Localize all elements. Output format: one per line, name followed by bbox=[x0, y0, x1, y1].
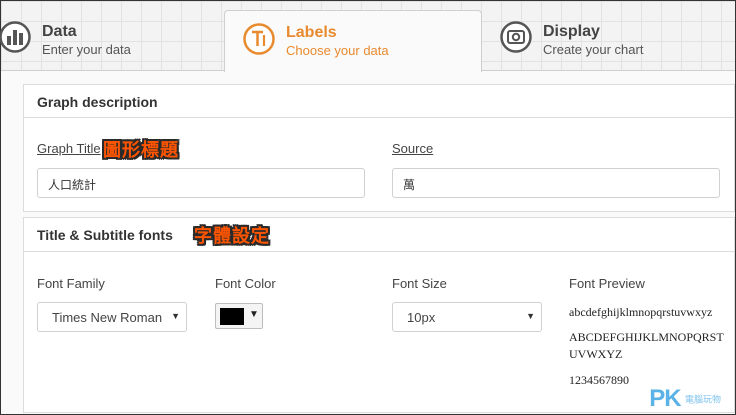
font-family-value: Times New Roman bbox=[52, 310, 163, 325]
source-input[interactable]: 萬 bbox=[392, 168, 720, 198]
step-tab-bar: Data Enter your data Labels Choose your … bbox=[0, 1, 735, 72]
title-fonts-panel: Title & Subtitle fonts 字體設定 Font Family … bbox=[23, 217, 735, 413]
chevron-down-icon: ▼ bbox=[526, 311, 535, 321]
watermark-brand: PK bbox=[649, 385, 681, 412]
tab-labels-title: Labels bbox=[286, 24, 337, 41]
tab-data[interactable]: Data Enter your data bbox=[0, 1, 199, 71]
graph-title-annotation: 圖形標題 bbox=[103, 140, 179, 160]
font-color-picker[interactable]: ▼ bbox=[215, 303, 263, 329]
font-preview-digits: 1234567890 bbox=[569, 373, 629, 387]
watermark-tagline: 電腦玩物 bbox=[684, 394, 721, 405]
graph-description-heading: Graph description bbox=[24, 85, 734, 118]
bar-chart-icon bbox=[0, 21, 31, 53]
tab-labels[interactable]: Labels Choose your data bbox=[224, 10, 482, 72]
source-label[interactable]: Source bbox=[392, 141, 433, 156]
tab-display-title: Display bbox=[543, 23, 600, 40]
font-color-label: Font Color bbox=[215, 276, 276, 291]
watermark-logo: PK 電腦玩物 bbox=[649, 385, 721, 412]
font-preview-uppercase: ABCDEFGHIJKLMNOPQRSTUVWXYZ bbox=[569, 330, 724, 361]
font-size-value: 10px bbox=[407, 310, 436, 325]
graph-title-input[interactable]: 人口統計 bbox=[37, 168, 365, 198]
graph-title-label[interactable]: Graph Title bbox=[37, 141, 101, 156]
chevron-down-icon: ▼ bbox=[171, 311, 180, 321]
tab-labels-subtitle: Choose your data bbox=[286, 43, 389, 58]
text-label-icon bbox=[243, 23, 275, 55]
title-fonts-heading-text: Title & Subtitle fonts bbox=[37, 227, 173, 243]
font-preview-label: Font Preview bbox=[569, 276, 645, 291]
graph-description-panel: Graph description Graph Title 圖形標題 人口統計 … bbox=[23, 84, 735, 212]
font-color-swatch bbox=[220, 308, 244, 325]
tab-data-subtitle: Enter your data bbox=[42, 42, 131, 57]
font-size-label: Font Size bbox=[392, 276, 447, 291]
tab-data-title: Data bbox=[42, 23, 77, 40]
font-preview-lowercase: abcdefghijklmnopqrstuvwxyz bbox=[569, 305, 713, 319]
tab-display-subtitle: Create your chart bbox=[543, 42, 644, 57]
fonts-annotation: 字體設定 bbox=[194, 226, 270, 246]
title-fonts-heading: Title & Subtitle fonts 字體設定 bbox=[24, 218, 734, 252]
font-size-select[interactable]: 10px ▼ bbox=[392, 302, 542, 332]
display-icon bbox=[500, 21, 532, 53]
font-family-select[interactable]: Times New Roman ▼ bbox=[37, 302, 187, 332]
font-family-label: Font Family bbox=[37, 276, 105, 291]
tab-display[interactable]: Display Create your chart bbox=[500, 1, 730, 71]
chevron-down-icon: ▼ bbox=[249, 309, 259, 320]
